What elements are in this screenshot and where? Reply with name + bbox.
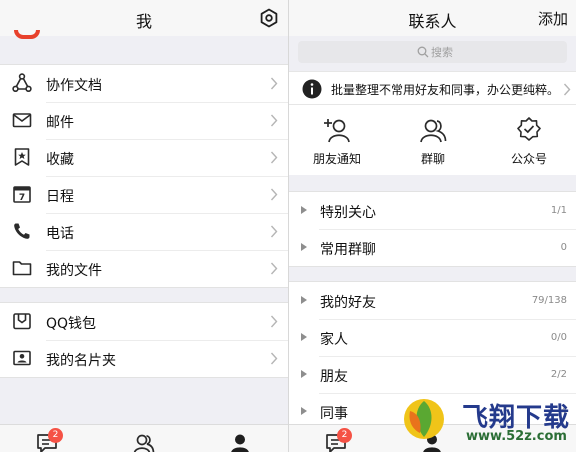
contact-group-count: 79/138 — [531, 295, 567, 306]
watermark-url: www.52z.com — [466, 429, 567, 444]
wallet-icon — [13, 313, 31, 330]
message-count-badge: 2 — [48, 428, 63, 443]
bottom-tab-bar: 2 — [0, 424, 288, 452]
chevron-right-icon — [270, 262, 278, 275]
menu-item-wallet[interactable]: QQ钱包 — [0, 303, 288, 340]
quick-action-label: 群聊 — [420, 152, 445, 166]
settings-icon[interactable] — [259, 8, 279, 28]
expand-triangle-icon — [301, 407, 307, 415]
calendar-day: 7 — [19, 193, 25, 203]
chevron-right-icon — [270, 352, 278, 365]
favorites-icon — [14, 148, 30, 166]
info-icon — [302, 79, 322, 99]
collaboration-docs-icon — [12, 73, 32, 92]
contact-group-name: 朋友 — [320, 369, 348, 385]
contact-group-row[interactable]: 特别关心 1/1 — [289, 192, 576, 229]
contact-group-count: 0/0 — [550, 332, 567, 343]
expand-triangle-icon — [301, 243, 307, 251]
contact-group-row[interactable]: 家人 0/0 — [289, 319, 576, 356]
contacts-title: 联系人 — [408, 12, 457, 31]
official-accounts-button[interactable]: 公众号 — [481, 105, 576, 175]
contacts-group-a: 特别关心 1/1 常用群聊 0 — [289, 191, 576, 267]
folder-icon — [12, 261, 32, 276]
menu-item-label: 协作文档 — [46, 78, 102, 94]
menu-item-label: 我的名片夹 — [46, 353, 116, 369]
quick-action-label: 朋友通知 — [312, 152, 361, 166]
me-group-1: 协作文档 邮件 收藏 7 日程 电话 我的文件 — [0, 64, 288, 288]
menu-item-label: 邮件 — [46, 115, 74, 131]
quick-action-label: 公众号 — [510, 152, 547, 166]
chevron-right-icon — [270, 188, 278, 201]
contact-group-name: 家人 — [320, 332, 348, 348]
menu-item-docs[interactable]: 协作文档 — [0, 65, 288, 102]
expand-triangle-icon — [301, 333, 307, 341]
contact-group-row[interactable]: 常用群聊 0 — [289, 229, 576, 266]
chevron-right-icon — [270, 114, 278, 127]
contact-group-name: 同事 — [320, 406, 348, 422]
menu-item-label: 收藏 — [46, 152, 74, 168]
contact-group-name: 常用群聊 — [320, 242, 376, 258]
cleanup-notice[interactable]: 批量整理不常用好友和同事，办公更纯粹。 — [289, 71, 576, 105]
add-friend-icon — [324, 119, 350, 143]
add-button[interactable]: 添加 — [538, 8, 568, 29]
menu-item-label: 电话 — [46, 226, 74, 242]
contacts-header: 联系人 添加 — [289, 0, 576, 36]
search-icon — [417, 46, 429, 58]
menu-item-favorites[interactable]: 收藏 — [0, 139, 288, 176]
contact-group-name: 特别关心 — [320, 205, 376, 221]
contacts-pane: 联系人 添加 搜索 批量整理不常用好友和同事，办公更纯粹。 朋友通知 群聊 公众… — [289, 0, 576, 452]
search-placeholder: 搜索 — [431, 46, 453, 59]
quick-actions: 朋友通知 群聊 公众号 — [289, 105, 576, 175]
expand-triangle-icon — [301, 206, 307, 214]
expand-triangle-icon — [301, 296, 307, 304]
group-chat-button[interactable]: 群聊 — [385, 105, 481, 175]
official-account-icon — [517, 117, 541, 141]
friend-notifications-button[interactable]: 朋友通知 — [289, 105, 385, 175]
avatar[interactable] — [14, 30, 40, 39]
menu-item-label: 我的文件 — [46, 263, 102, 279]
business-card-icon — [13, 350, 31, 366]
me-pane: 我 协作文档 邮件 收藏 7 日程 电话 我的文件 QQ钱包 我的名片夹 2 — [0, 0, 288, 452]
menu-item-files[interactable]: 我的文件 — [0, 250, 288, 287]
me-group-2: QQ钱包 我的名片夹 — [0, 302, 288, 378]
chevron-right-icon — [563, 83, 571, 96]
chevron-right-icon — [270, 151, 278, 164]
contact-group-count: 2/2 — [550, 369, 567, 380]
menu-item-label: QQ钱包 — [46, 316, 97, 332]
contact-group-row[interactable]: 朋友 2/2 — [289, 356, 576, 393]
mail-icon — [12, 113, 32, 128]
contact-group-count: 0 — [560, 242, 567, 253]
menu-item-calendar[interactable]: 7 日程 — [0, 176, 288, 213]
notice-text: 批量整理不常用好友和同事，办公更纯粹。 — [331, 83, 560, 97]
menu-item-phone[interactable]: 电话 — [0, 213, 288, 250]
group-chat-icon — [420, 119, 447, 143]
search-input[interactable]: 搜索 — [298, 41, 567, 63]
chevron-right-icon — [270, 225, 278, 238]
phone-icon — [14, 223, 30, 239]
me-tab-icon[interactable] — [229, 433, 251, 452]
contact-group-row[interactable]: 我的好友 79/138 — [289, 282, 576, 319]
chevron-right-icon — [270, 315, 278, 328]
me-title: 我 — [135, 12, 152, 31]
message-count-badge: 2 — [337, 428, 352, 443]
contact-group-name: 我的好友 — [320, 295, 376, 311]
chevron-right-icon — [270, 77, 278, 90]
menu-item-label: 日程 — [46, 189, 74, 205]
menu-item-cards[interactable]: 我的名片夹 — [0, 340, 288, 377]
expand-triangle-icon — [301, 370, 307, 378]
contacts-tab-icon[interactable] — [133, 433, 155, 452]
me-header: 我 — [0, 0, 288, 36]
calendar-icon: 7 — [13, 186, 31, 203]
menu-item-mail[interactable]: 邮件 — [0, 102, 288, 139]
contact-group-count: 1/1 — [550, 205, 567, 216]
